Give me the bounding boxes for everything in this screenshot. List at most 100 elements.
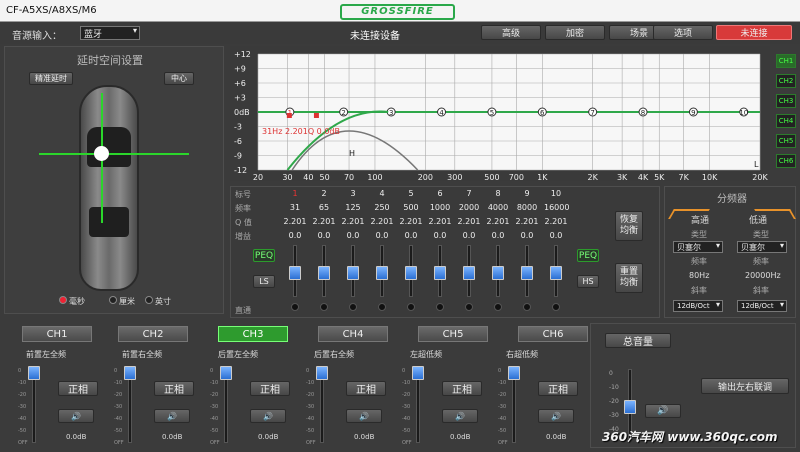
channel-fader[interactable] [124, 366, 136, 443]
hp-slope-select[interactable]: 12dB/Oct [673, 300, 723, 312]
band-gain[interactable]: 0.0 [345, 231, 361, 240]
band-bypass-toggle[interactable] [523, 303, 531, 311]
eq-channel-ch1[interactable]: CH1 [776, 54, 796, 68]
channel-title-ch1[interactable]: CH1 [22, 326, 92, 342]
listener-position-handle[interactable] [94, 146, 109, 161]
mute-button[interactable]: 🔊 [154, 409, 190, 423]
channel-title-ch2[interactable]: CH2 [118, 326, 188, 342]
eq-channel-ch6[interactable]: CH6 [776, 154, 796, 168]
band-gain-knob[interactable] [434, 266, 446, 280]
band-freq[interactable]: 31 [283, 203, 307, 212]
link-lr-button[interactable]: 输出左右联调 [701, 378, 789, 394]
channel-title-ch5[interactable]: CH5 [418, 326, 488, 342]
channel-title-ch4[interactable]: CH4 [318, 326, 388, 342]
band-bypass-toggle[interactable] [552, 303, 560, 311]
ls-button[interactable]: LS [253, 275, 275, 288]
band-freq[interactable]: 1000 [428, 203, 452, 212]
mute-button[interactable]: 🔊 [58, 409, 94, 423]
band-gain-knob[interactable] [347, 266, 359, 280]
band-bypass-toggle[interactable] [320, 303, 328, 311]
channel-fader-knob[interactable] [508, 366, 520, 380]
channel-fader[interactable] [28, 366, 40, 443]
unit-radio-cm[interactable] [109, 296, 117, 304]
band-gain[interactable]: 0.0 [490, 231, 506, 240]
band-gain-slider[interactable] [550, 245, 562, 297]
band-gain-knob[interactable] [521, 266, 533, 280]
channel-title-ch3[interactable]: CH3 [218, 326, 288, 342]
band-gain[interactable]: 0.0 [403, 231, 419, 240]
center-button[interactable]: 中心 [164, 72, 194, 85]
band-gain[interactable]: 0.0 [374, 231, 390, 240]
band-gain-slider[interactable] [318, 245, 330, 297]
eq-channel-ch3[interactable]: CH3 [776, 94, 796, 108]
band-bypass-toggle[interactable] [291, 303, 299, 311]
phase-button[interactable]: 正相 [250, 381, 290, 396]
band-gain[interactable]: 0.0 [316, 231, 332, 240]
band-gain-slider[interactable] [376, 245, 388, 297]
band-gain-knob[interactable] [550, 266, 562, 280]
reset-eq-button[interactable]: 重置均衡 [615, 263, 643, 293]
advanced-button[interactable]: 高级 [481, 25, 541, 40]
channel-title-ch6[interactable]: CH6 [518, 326, 588, 342]
band-gain[interactable]: 0.0 [432, 231, 448, 240]
band-bypass-toggle[interactable] [378, 303, 386, 311]
eq-channel-ch2[interactable]: CH2 [776, 74, 796, 88]
band-gain-knob[interactable] [376, 266, 388, 280]
band-gain-knob[interactable] [318, 266, 330, 280]
unit-radio-inch[interactable] [145, 296, 153, 304]
encrypt-button[interactable]: 加密 [545, 25, 605, 40]
channel-fader[interactable] [220, 366, 232, 443]
peq-left-button[interactable]: PEQ [253, 249, 275, 262]
band-freq[interactable]: 8000 [515, 203, 539, 212]
source-select[interactable]: 蓝牙 [80, 26, 140, 40]
channel-fader-knob[interactable] [412, 366, 424, 380]
band-freq[interactable]: 16000 [544, 203, 569, 212]
band-q[interactable]: 2.201 [428, 217, 452, 226]
channel-fader[interactable] [508, 366, 520, 443]
channel-fader-knob[interactable] [124, 366, 136, 380]
band-bypass-toggle[interactable] [349, 303, 357, 311]
band-bypass-toggle[interactable] [494, 303, 502, 311]
band-freq[interactable]: 500 [399, 203, 423, 212]
hs-button[interactable]: HS [577, 275, 599, 288]
band-freq[interactable]: 65 [312, 203, 336, 212]
band-q[interactable]: 2.201 [341, 217, 365, 226]
channel-fader-knob[interactable] [316, 366, 328, 380]
band-gain[interactable]: 0.0 [519, 231, 535, 240]
band-gain-knob[interactable] [289, 266, 301, 280]
mute-button[interactable]: 🔊 [250, 409, 286, 423]
band-gain-slider[interactable] [347, 245, 359, 297]
band-gain[interactable]: 0.0 [548, 231, 564, 240]
band-q[interactable]: 2.201 [515, 217, 539, 226]
band-gain-slider[interactable] [463, 245, 475, 297]
eq-channel-ch4[interactable]: CH4 [776, 114, 796, 128]
connect-button[interactable]: 未连接 [716, 25, 792, 40]
precise-delay-button[interactable]: 精准延时 [29, 72, 73, 85]
band-bypass-toggle[interactable] [436, 303, 444, 311]
band-bypass-toggle[interactable] [465, 303, 473, 311]
band-q[interactable]: 2.201 [457, 217, 481, 226]
lp-slope-select[interactable]: 12dB/Oct [737, 300, 787, 312]
band-q[interactable]: 2.201 [312, 217, 336, 226]
band-gain-slider[interactable] [289, 245, 301, 297]
band-gain-knob[interactable] [492, 266, 504, 280]
eq-graph[interactable]: 20 30 40 50 70 100 200 300 500 700 1K 2K 3K 4K 5K 7K 10K… [230, 46, 770, 181]
band-freq[interactable]: 125 [341, 203, 365, 212]
band-q[interactable]: 2.201 [283, 217, 307, 226]
master-volume-knob[interactable] [624, 400, 636, 414]
band-gain-knob[interactable] [463, 266, 475, 280]
lp-type-select[interactable]: 贝塞尔 [737, 241, 787, 253]
band-freq[interactable]: 250 [370, 203, 394, 212]
hp-freq-value[interactable]: 80Hz [689, 271, 709, 280]
eq-channel-ch5[interactable]: CH5 [776, 134, 796, 148]
band-gain[interactable]: 0.0 [287, 231, 303, 240]
band-q[interactable]: 2.201 [399, 217, 423, 226]
restore-eq-button[interactable]: 恢复均衡 [615, 211, 643, 241]
band-gain-slider[interactable] [434, 245, 446, 297]
phase-button[interactable]: 正相 [442, 381, 482, 396]
peq-right-button[interactable]: PEQ [577, 249, 599, 262]
band-gain-slider[interactable] [492, 245, 504, 297]
lp-freq-value[interactable]: 20000Hz [745, 271, 781, 280]
band-bypass-toggle[interactable] [407, 303, 415, 311]
band-q[interactable]: 2.201 [486, 217, 510, 226]
